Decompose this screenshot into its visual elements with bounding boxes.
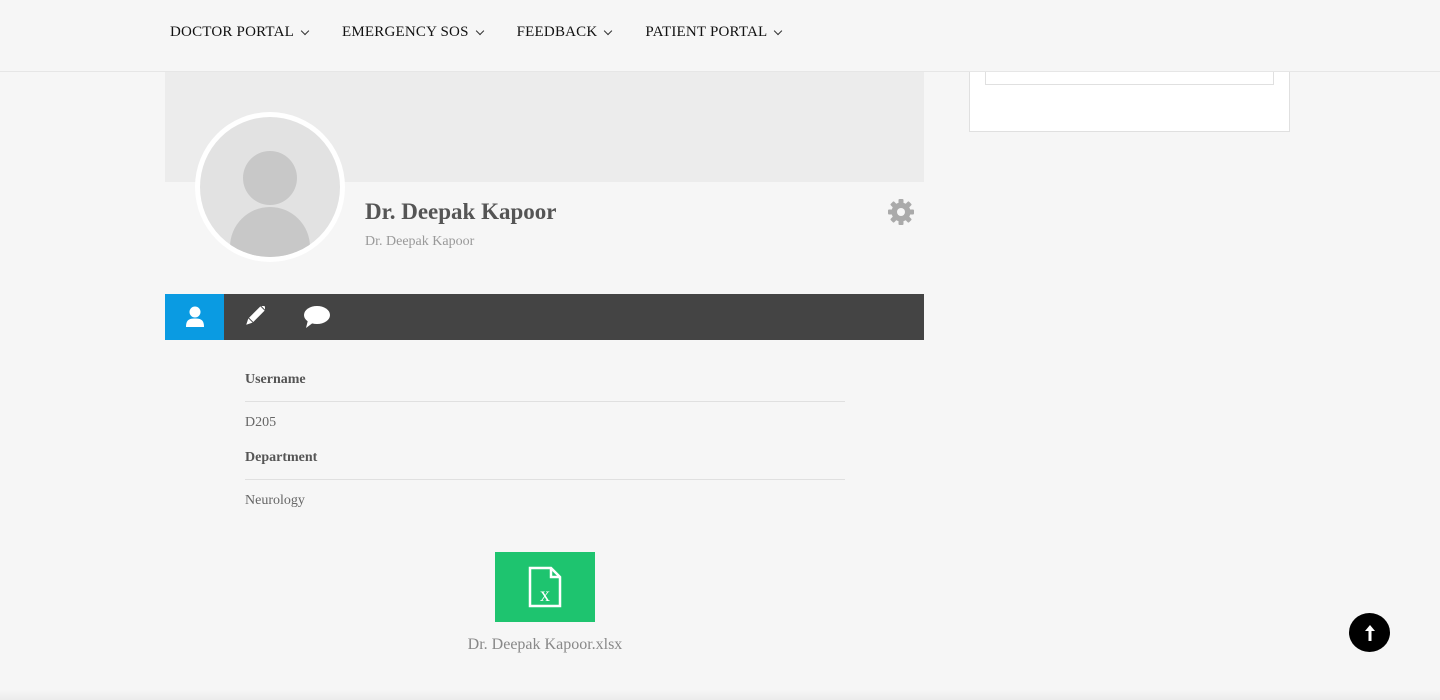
arrow-up-icon xyxy=(1364,624,1375,641)
field-value-department: Neurology xyxy=(245,493,305,508)
tab-comments[interactable] xyxy=(283,294,351,340)
field-value-username: D205 xyxy=(245,415,277,430)
nav-item-label: EMERGENCY SOS xyxy=(341,24,469,40)
chevron-down-icon xyxy=(300,26,310,35)
chevron-down-icon xyxy=(604,26,613,35)
user-icon xyxy=(185,306,204,327)
nav-item-doctor-portal[interactable]: DOCTOR PORTAL xyxy=(170,24,310,41)
pencil-icon xyxy=(245,306,265,325)
nav-item-patient-portal[interactable]: PATIENT PORTAL xyxy=(645,24,783,41)
top-navigation: DOCTOR PORTAL EMERGENCY SOS FEEDBACK PAT… xyxy=(0,0,1440,72)
field-label-department: Department xyxy=(245,446,845,480)
tab-about[interactable] xyxy=(165,294,224,340)
avatar[interactable] xyxy=(195,112,345,262)
nav-item-label: FEEDBACK xyxy=(516,24,598,40)
chevron-down-icon xyxy=(475,26,484,35)
back-to-top-button[interactable] xyxy=(1349,613,1390,652)
chevron-down-icon xyxy=(774,26,783,35)
svg-text:x: x xyxy=(540,584,550,606)
profile-name: Dr. Deepak Kapoor xyxy=(365,199,557,224)
profile-fields: Username D205 Department Neurology xyxy=(245,368,845,524)
page-bottom-edge xyxy=(0,690,1440,700)
excel-file-icon[interactable]: x xyxy=(495,552,595,622)
default-user-avatar-icon xyxy=(200,117,340,257)
profile-subtitle: Dr. Deepak Kapoor xyxy=(365,234,475,249)
nav-item-emergency-sos[interactable]: EMERGENCY SOS xyxy=(341,24,484,41)
nav-item-feedback[interactable]: FEEDBACK xyxy=(516,24,613,41)
nav-item-label: DOCTOR PORTAL xyxy=(170,24,294,40)
comment-icon xyxy=(304,306,330,328)
nav-item-label: PATIENT PORTAL xyxy=(645,24,768,40)
profile-tab-bar xyxy=(165,294,924,340)
file-name-link[interactable]: Dr. Deepak Kapoor.xlsx xyxy=(395,636,695,654)
field-label-username: Username xyxy=(245,368,845,402)
gear-icon[interactable] xyxy=(886,197,916,227)
tab-posts[interactable] xyxy=(224,294,283,340)
